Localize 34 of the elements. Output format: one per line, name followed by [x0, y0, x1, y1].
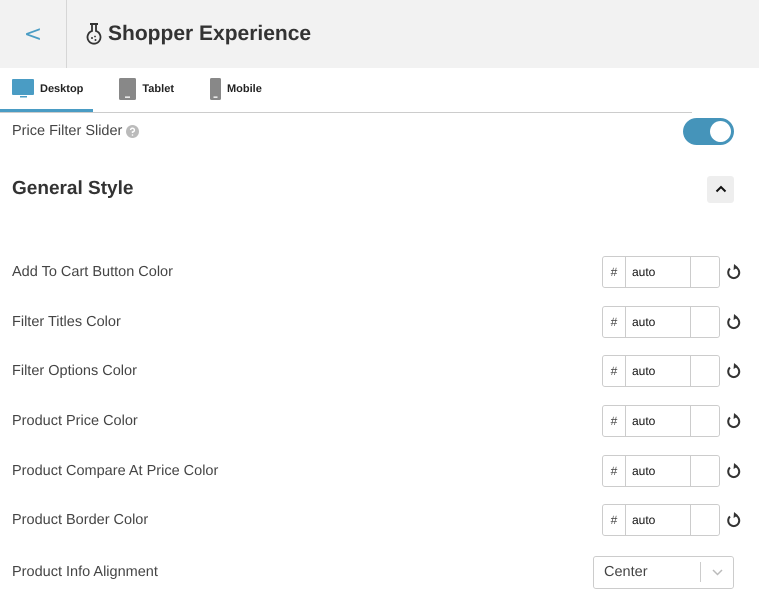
color-input[interactable]: # auto — [602, 404, 720, 437]
device-tab[interactable]: Desktop — [0, 68, 94, 112]
color-input[interactable]: # auto — [602, 355, 720, 388]
caret-icon — [712, 568, 722, 576]
setting-label: Filter Options Color — [12, 363, 137, 380]
chevron-icon — [714, 185, 726, 193]
monitor-icon — [12, 78, 34, 98]
section-heading: General Style — [12, 178, 134, 200]
reset-icon[interactable] — [726, 264, 741, 280]
color-input[interactable]: # auto — [602, 454, 720, 487]
device-tab[interactable]: Mobile — [198, 68, 272, 112]
setting-label: Add To Cart Button Color — [12, 264, 173, 280]
setting-label: Product Border Color — [12, 512, 148, 528]
toggle-switch[interactable] — [683, 118, 734, 144]
color-input[interactable]: # auto — [602, 306, 720, 338]
color-input[interactable]: # auto — [602, 256, 720, 288]
tablet-icon — [119, 78, 136, 100]
color-input[interactable]: # auto — [602, 504, 720, 536]
page-title: Shopper Experience — [108, 22, 312, 46]
setting-label: Product Price Color — [12, 412, 138, 429]
reset-icon[interactable] — [726, 363, 741, 380]
phone-icon — [210, 78, 221, 100]
reset-icon[interactable] — [726, 512, 741, 528]
collapse-button[interactable] — [707, 176, 734, 202]
setting-label: Filter Titles Color — [12, 314, 121, 330]
setting-label: Product Compare At Price Color — [12, 462, 218, 479]
reset-icon[interactable] — [726, 314, 741, 330]
reset-icon[interactable] — [726, 462, 741, 479]
device-tab[interactable]: Tablet — [107, 68, 184, 112]
reset-icon[interactable] — [726, 412, 741, 429]
alignment-select[interactable]: Center — [593, 556, 734, 589]
setting-label: Product Info Alignment — [12, 564, 158, 580]
setting-label: Price Filter Slider — [12, 123, 122, 139]
flask-icon — [86, 23, 102, 45]
